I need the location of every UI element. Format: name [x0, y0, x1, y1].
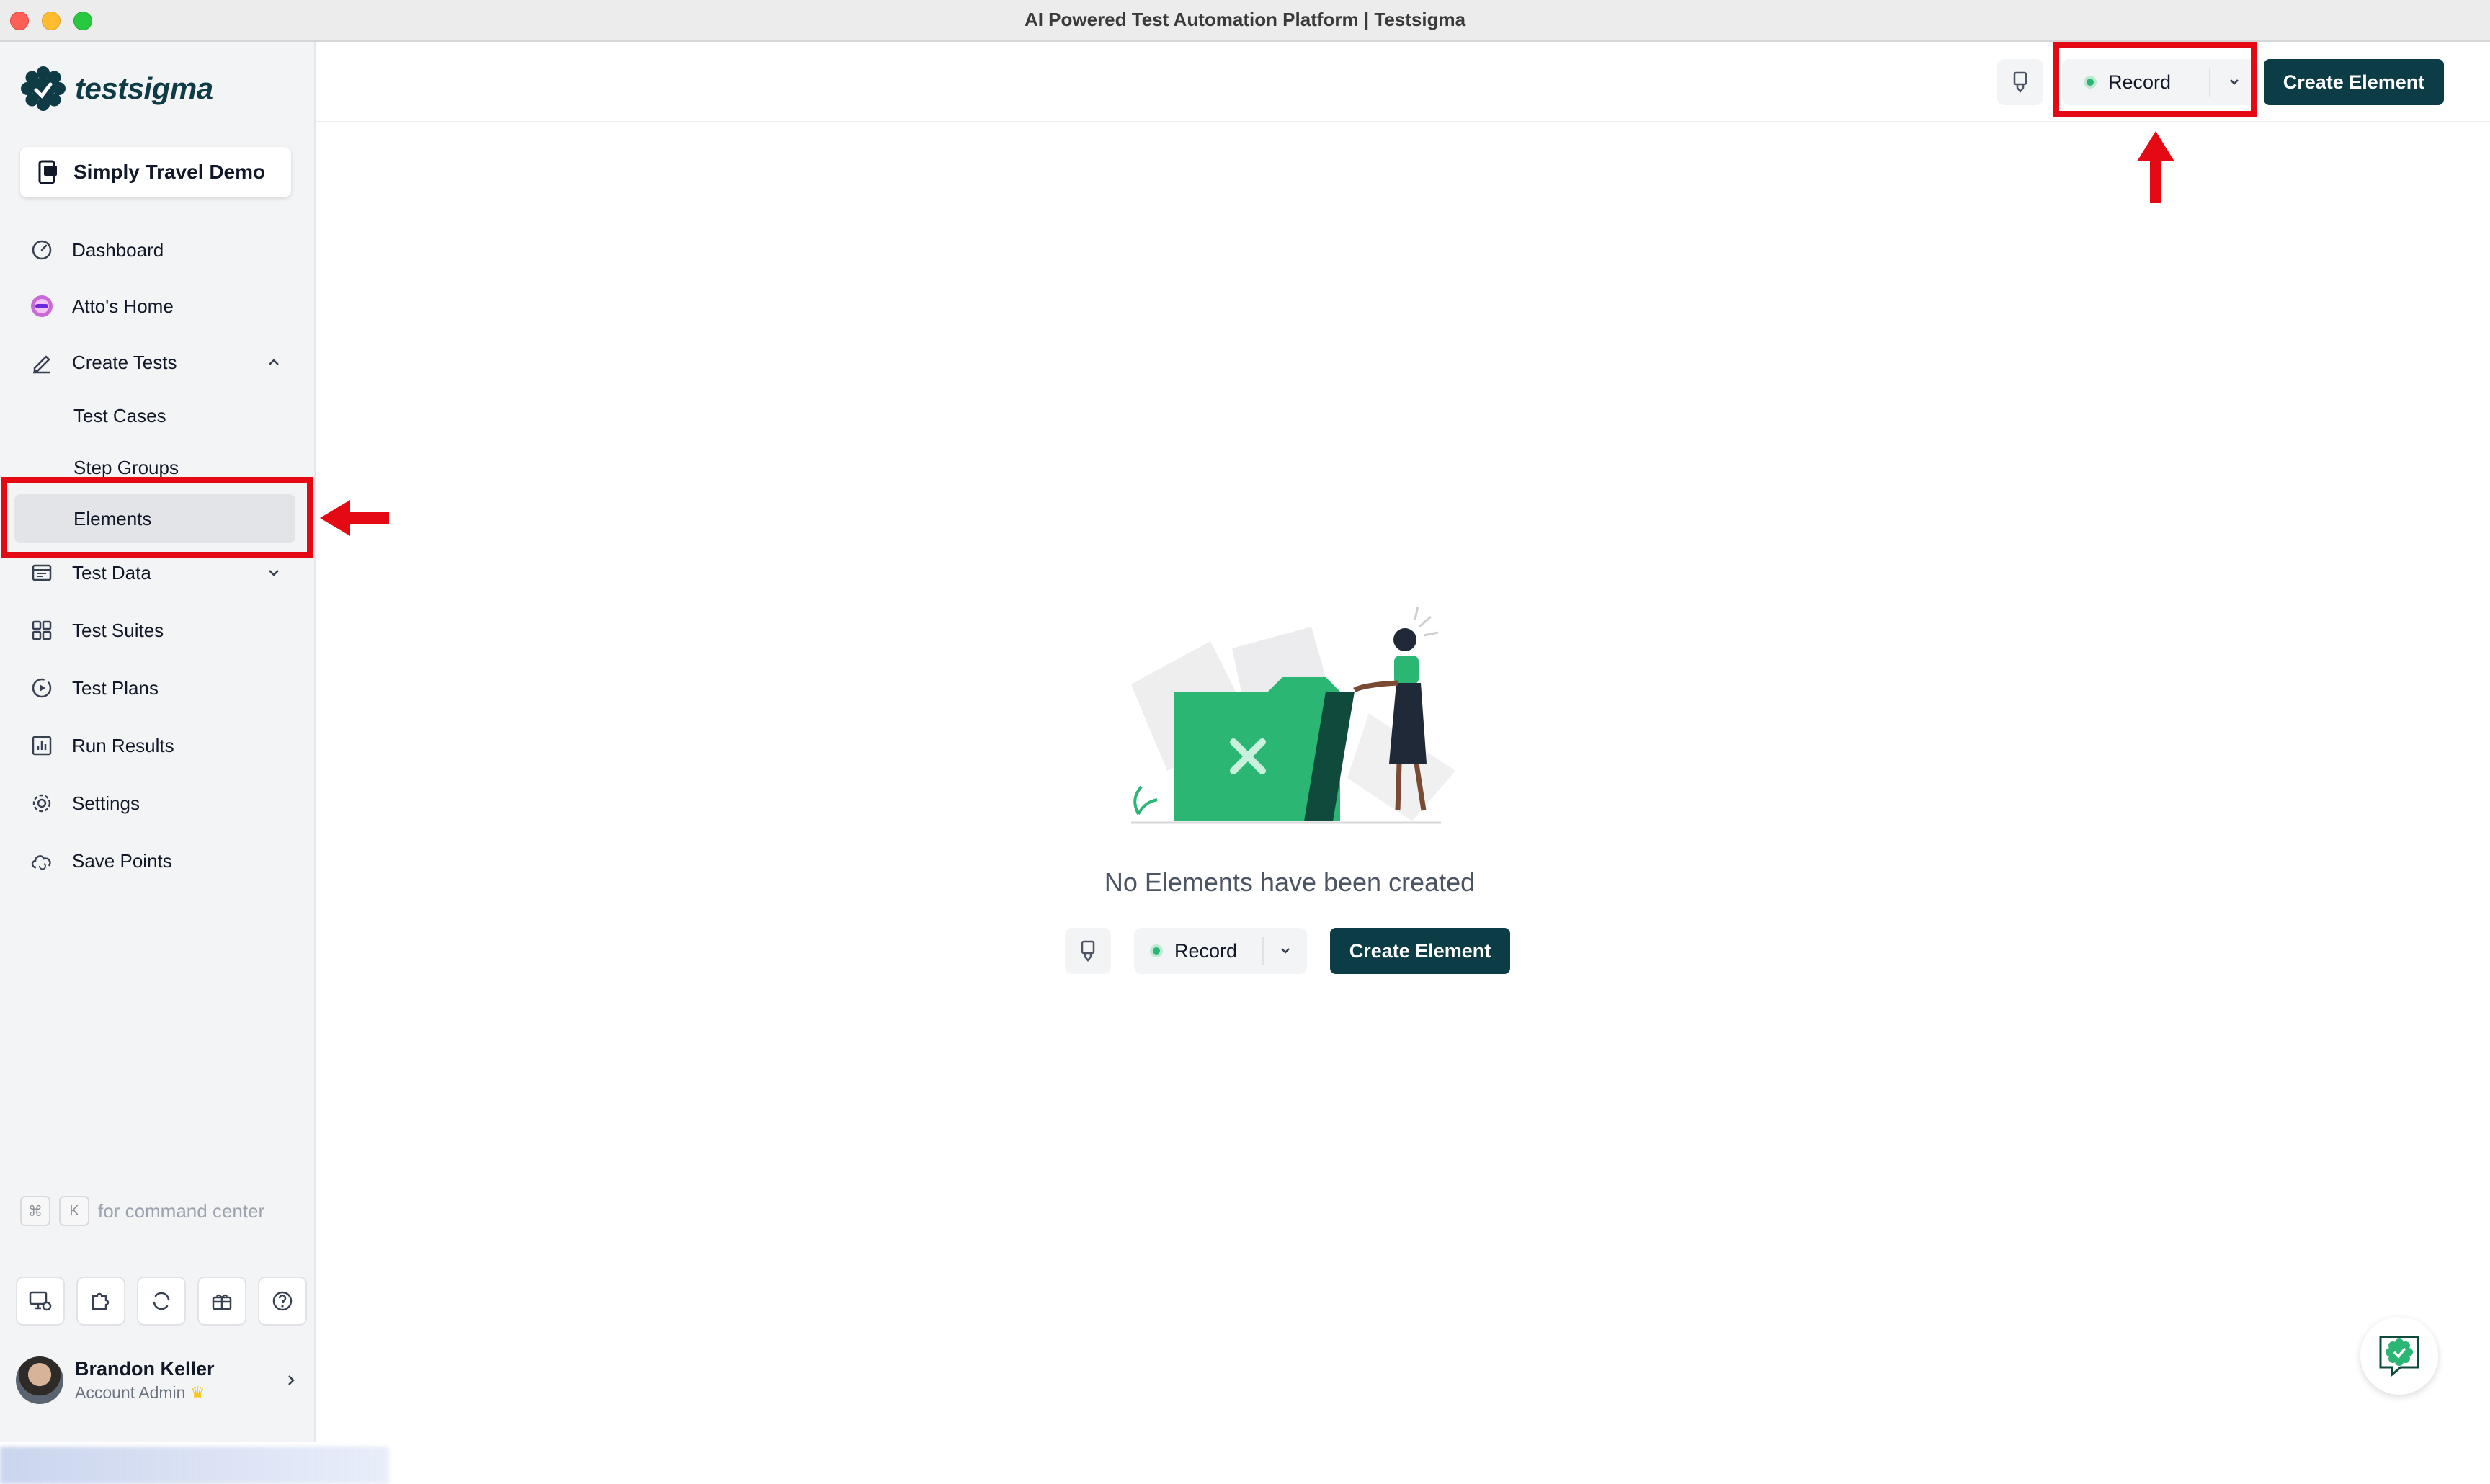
mobile-web-icon: [35, 159, 61, 185]
k-key: K: [59, 1196, 89, 1226]
grid-icon: [27, 616, 56, 645]
user-info: Brandon Keller Account Admin ♛: [75, 1358, 278, 1403]
sidebar: testsigma Simply Travel Demo Dashboard A…: [0, 42, 389, 1484]
addons-button[interactable]: [76, 1277, 125, 1326]
testsigma-chat-icon: [2379, 1336, 2419, 1377]
elements-highlight-box: [1, 477, 313, 558]
sidebar-item-save-points[interactable]: Save Points: [13, 839, 301, 883]
up-arrow-icon: [2137, 131, 2174, 203]
crown-icon: ♛: [189, 1383, 205, 1402]
sidebar-item-label: Test Data: [72, 561, 151, 584]
table-icon: [27, 558, 56, 587]
plug-icon: [2013, 71, 2027, 94]
sidebar-item-test-cases[interactable]: Test Cases: [14, 393, 295, 438]
help-button[interactable]: [258, 1277, 307, 1326]
sidebar-item-attos-home[interactable]: Atto's Home: [13, 284, 301, 328]
whats-new-button[interactable]: [197, 1277, 246, 1326]
command-key: ⌘: [20, 1196, 50, 1226]
testsigma-logo[interactable]: testsigma: [20, 63, 213, 114]
refresh-icon: [153, 1292, 170, 1310]
window-titlebar: AI Powered Test Automation Platform | Te…: [0, 0, 2490, 42]
puzzle-icon: [92, 1292, 110, 1310]
sidebar-item-label: Test Plans: [72, 676, 159, 699]
sidebar-item-settings[interactable]: Settings: [13, 781, 301, 826]
help-icon: [272, 1291, 293, 1311]
project-selector[interactable]: Simply Travel Demo: [20, 147, 291, 197]
sidebar-item-test-plans[interactable]: Test Plans: [13, 666, 301, 710]
empty-folder-illustration: [1131, 606, 1455, 824]
chevron-up-icon[interactable]: [259, 348, 288, 377]
sidebar-item-dashboard[interactable]: Dashboard: [13, 228, 301, 272]
atto-avatar-icon: [27, 292, 56, 321]
agent-devices-button[interactable]: [16, 1277, 65, 1326]
play-circle-icon: [27, 674, 56, 702]
window-title: AI Powered Test Automation Platform | Te…: [1024, 9, 1466, 30]
create-element-button[interactable]: Create Element: [2264, 59, 2444, 105]
mobile-inspector-button[interactable]: [1997, 59, 2043, 105]
sidebar-item-label: Run Results: [72, 734, 174, 756]
plug-icon: [1081, 940, 1095, 962]
gear-icon: [27, 789, 56, 818]
chat-support-button[interactable]: [2360, 1317, 2438, 1395]
empty-mobile-inspector-button[interactable]: [1065, 928, 1111, 974]
brand-name: testsigma: [75, 71, 213, 105]
record-indicator-icon: [1150, 944, 1163, 957]
monitor-settings-icon: [29, 1291, 52, 1311]
sidebar-item-create-tests[interactable]: Create Tests: [13, 340, 301, 385]
left-arrow-icon: [320, 500, 389, 536]
cloud-refresh-icon: [27, 846, 56, 875]
gift-icon: [212, 1294, 232, 1310]
user-role: Account Admin ♛: [75, 1383, 278, 1403]
sidebar-item-label: Create Tests: [72, 351, 177, 373]
blurred-status-bar: [0, 1447, 389, 1484]
sidebar-item-label: Atto's Home: [72, 295, 174, 317]
empty-create-element-button[interactable]: Create Element: [1330, 928, 1510, 974]
sidebar-item-label: Test Suites: [72, 619, 164, 641]
sidebar-toolbar: [16, 1277, 318, 1326]
gauge-icon: [27, 236, 56, 264]
user-profile[interactable]: Brandon Keller Account Admin ♛: [16, 1351, 304, 1409]
sidebar-item-label: Save Points: [72, 849, 172, 872]
record-highlight-box: [2053, 42, 2257, 117]
sync-button[interactable]: [137, 1277, 186, 1326]
project-name: Simply Travel Demo: [73, 161, 266, 183]
record-label: Record: [1174, 939, 1238, 962]
chevron-right-icon: [278, 1374, 304, 1387]
command-center-label: for command center: [98, 1199, 265, 1222]
command-center-hint: ⌘ K for command center: [20, 1196, 264, 1226]
user-role-label: Account Admin: [75, 1383, 186, 1402]
bar-chart-icon: [27, 731, 56, 760]
chevron-down-icon[interactable]: [1264, 944, 1307, 958]
empty-record-button[interactable]: Record: [1134, 928, 1307, 974]
chevron-down-icon[interactable]: [259, 558, 288, 587]
empty-state-message: No Elements have been created: [1104, 867, 1476, 897]
pencil-icon: [27, 348, 56, 377]
testsigma-logo-icon: [21, 66, 66, 111]
user-name: Brandon Keller: [75, 1358, 215, 1380]
sidebar-item-label: Step Groups: [73, 456, 179, 478]
avatar: [16, 1356, 63, 1404]
sidebar-item-label: Dashboard: [72, 238, 164, 261]
sidebar-item-label: Test Cases: [73, 404, 166, 426]
sidebar-item-test-suites[interactable]: Test Suites: [13, 608, 301, 653]
sidebar-item-run-results[interactable]: Run Results: [13, 723, 301, 768]
sidebar-item-label: Settings: [72, 792, 140, 814]
